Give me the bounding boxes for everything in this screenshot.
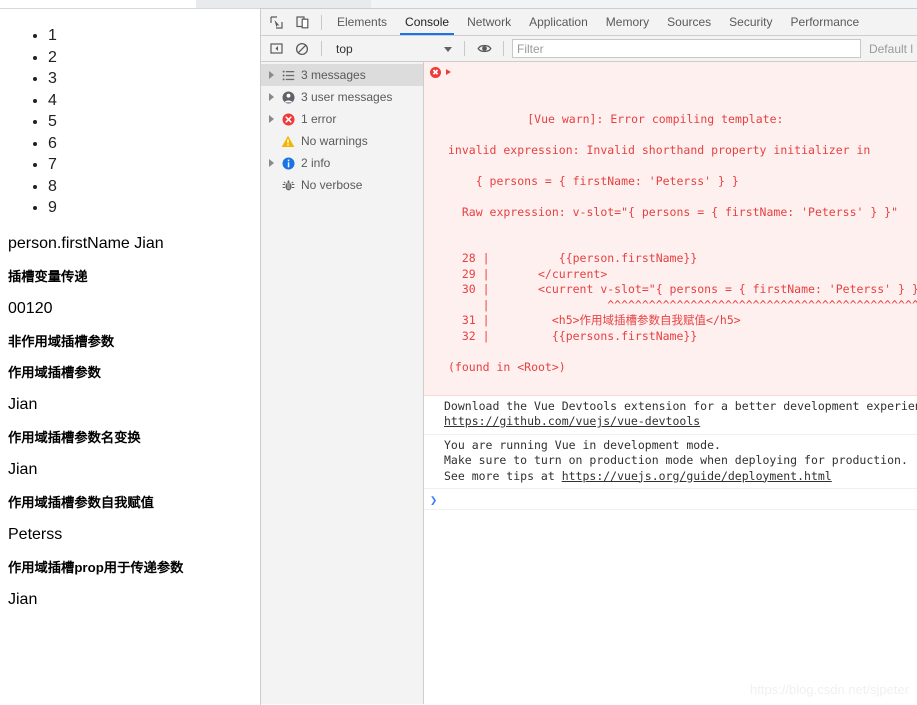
page-viewport: 123456789 person.firstName Jian 插槽变量传递 001… — [0, 8, 260, 705]
list-item: 1 — [48, 25, 252, 47]
console-sidebar: 3 messages 3 user messages 1 error No warni… — [261, 62, 424, 704]
filterbar-divider-3 — [503, 41, 504, 56]
chevron-down-icon — [444, 46, 452, 52]
tab-console[interactable]: Console — [396, 9, 458, 35]
warning-icon — [278, 135, 298, 148]
sidebar-item-label: No verbose — [301, 178, 363, 192]
live-expression-eye-icon[interactable] — [471, 36, 497, 61]
console-message-list: ✖ [Vue warn]: Error compiling template: … — [424, 62, 917, 704]
sidebar-item-no-verbose[interactable]: No verbose — [261, 174, 423, 196]
error-icon: ✖ — [430, 67, 441, 78]
sidebar-item-label: 1 error — [301, 112, 337, 126]
devtools-tabbar: Elements Console Network Application Memory S… — [261, 9, 917, 36]
page-paragraph: Peterss — [8, 525, 63, 543]
console-error-text: [Vue warn]: Error compiling template: in… — [448, 111, 917, 374]
console-link[interactable]: https://github.com/vuejs/vue-devtools — [444, 414, 700, 428]
console-error-entry[interactable]: ✖ [Vue warn]: Error compiling template: … — [424, 62, 917, 396]
expand-arrow-icon[interactable] — [265, 115, 278, 123]
page-heading: 作用域插槽参数 — [8, 364, 101, 380]
expand-arrow-icon[interactable] — [265, 71, 278, 79]
expand-arrow-icon[interactable] — [265, 159, 278, 167]
number-list: 123456789 — [8, 25, 252, 219]
tab-performance[interactable]: Performance — [782, 9, 869, 35]
page-heading: 作用域插槽参数名变换 — [8, 429, 141, 445]
tab-security[interactable]: Security — [720, 9, 781, 35]
sidebar-item-3-user-messages[interactable]: 3 user messages — [261, 86, 423, 108]
page-paragraph: Jian — [8, 460, 38, 478]
page-content: 123456789 person.firstName Jian 插槽变量传递 001… — [0, 25, 260, 609]
info-icon — [278, 157, 298, 170]
bug-icon — [278, 179, 298, 192]
page-paragraph: Jian — [8, 590, 38, 608]
browser-active-tab-background — [196, 0, 371, 8]
console-info-entry[interactable]: Download the Vue Devtools extension for … — [424, 395, 917, 435]
tab-sources[interactable]: Sources — [658, 9, 720, 35]
list-item: 5 — [48, 111, 252, 133]
page-heading: 作用域插槽参数自我赋值 — [8, 494, 154, 510]
tab-elements[interactable]: Elements — [328, 9, 396, 35]
devtools-tab-list: Elements Console Network Application Memory S… — [328, 9, 868, 35]
expand-arrow-icon[interactable] — [265, 93, 278, 101]
console-link[interactable]: https://vuejs.org/guide/deployment.html — [562, 469, 832, 483]
browser-chrome-strip — [0, 0, 917, 8]
console-sidebar-toggle-icon[interactable] — [263, 36, 289, 61]
page-heading: 非作用域插槽参数 — [8, 333, 115, 349]
execution-context-value: top — [336, 41, 353, 56]
list-icon — [278, 69, 298, 82]
list-item: 4 — [48, 90, 252, 112]
console-info-entry[interactable]: You are running Vue in development mode.… — [424, 434, 917, 489]
sidebar-item-1-error[interactable]: 1 error — [261, 108, 423, 130]
sidebar-item-3-messages[interactable]: 3 messages — [261, 64, 423, 86]
toolbar-divider — [321, 14, 322, 30]
error-icon — [278, 113, 298, 126]
devtools-panel: Elements Console Network Application Memory S… — [260, 8, 917, 705]
console-info-text: Download the Vue Devtools extension for … — [444, 398, 917, 413]
console-filter-bar: top Default l — [261, 36, 917, 62]
log-levels-dropdown[interactable]: Default l — [861, 42, 917, 56]
page-heading: 作用域插槽prop用于传递参数 — [8, 559, 184, 575]
clear-console-icon[interactable] — [289, 36, 315, 61]
list-item: 7 — [48, 154, 252, 176]
sidebar-item-label: 3 user messages — [301, 90, 393, 104]
filterbar-divider-2 — [464, 41, 465, 56]
page-text-blocks: person.firstName Jian 插槽变量传递 00120 非作用域插槽参数… — [8, 235, 252, 609]
prompt-caret-icon: ❯ — [430, 493, 438, 507]
screenshot-root: 123456789 person.firstName Jian 插槽变量传递 001… — [0, 0, 917, 705]
list-item: 8 — [48, 176, 252, 198]
page-paragraph: Jian — [8, 395, 38, 413]
filterbar-divider-1 — [321, 41, 322, 56]
page-heading: 插槽变量传递 — [8, 268, 88, 284]
console-prompt-row[interactable]: ❯ — [424, 489, 917, 510]
tab-application[interactable]: Application — [520, 9, 597, 35]
page-paragraph: person.firstName Jian — [8, 234, 164, 252]
sidebar-item-label: 2 info — [301, 156, 331, 170]
list-item: 6 — [48, 133, 252, 155]
tab-network[interactable]: Network — [458, 9, 520, 35]
execution-context-select[interactable]: top — [328, 39, 458, 59]
sidebar-item-2-info[interactable]: 2 info — [261, 152, 423, 174]
device-toolbar-icon[interactable] — [289, 10, 315, 35]
list-item: 9 — [48, 197, 252, 219]
console-body: 3 messages 3 user messages 1 error No warni… — [261, 62, 917, 704]
list-item: 3 — [48, 68, 252, 90]
sidebar-item-no-warnings[interactable]: No warnings — [261, 130, 423, 152]
tab-memory[interactable]: Memory — [597, 9, 658, 35]
sidebar-item-label: No warnings — [301, 134, 368, 148]
user-icon — [278, 91, 298, 104]
inspect-element-icon[interactable] — [263, 10, 289, 35]
console-filter-input[interactable] — [512, 39, 861, 58]
sidebar-item-label: 3 messages — [301, 68, 366, 82]
list-item: 2 — [48, 47, 252, 69]
expand-arrow-icon[interactable] — [446, 69, 451, 75]
page-paragraph: 00120 — [8, 299, 53, 317]
console-info-entries: Download the Vue Devtools extension for … — [424, 395, 917, 489]
